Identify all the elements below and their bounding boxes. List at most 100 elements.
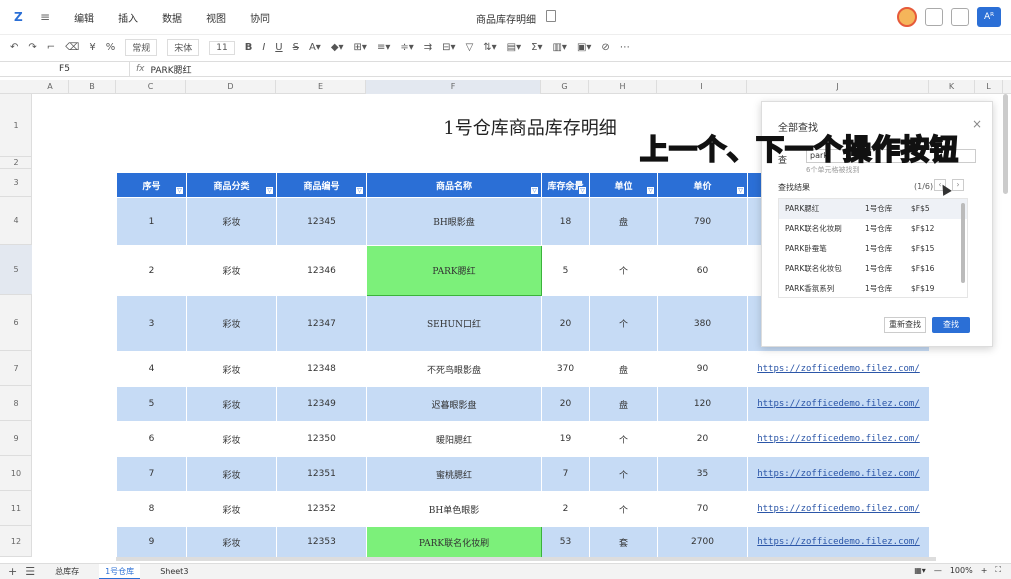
table-cell[interactable]: 20: [657, 421, 748, 457]
redo-icon[interactable]: ↷: [28, 42, 36, 53]
link-icon[interactable]: ⊘: [601, 42, 609, 53]
currency-icon[interactable]: ¥: [89, 42, 95, 53]
table-cell[interactable]: 12349: [276, 386, 367, 422]
hyperlink-cell[interactable]: https://zofficedemo.filez.com/: [747, 526, 930, 558]
share-button[interactable]: Aᴿ: [977, 7, 1001, 27]
table-cell[interactable]: SEHUN口红: [366, 295, 542, 352]
bold-icon[interactable]: B: [245, 42, 253, 53]
table-cell[interactable]: 2: [541, 491, 590, 527]
table-cell[interactable]: 20: [541, 295, 590, 352]
table-cell[interactable]: 12347: [276, 295, 367, 352]
col-head[interactable]: F: [366, 80, 541, 94]
table-cell[interactable]: 12345: [276, 197, 367, 246]
sum-icon[interactable]: Σ▾: [531, 42, 542, 53]
col-head[interactable]: J: [747, 80, 929, 94]
percent-icon[interactable]: %: [106, 42, 116, 53]
filter-icon[interactable]: ▽: [466, 42, 474, 53]
header-cell[interactable]: 商品编号 ▽: [276, 172, 367, 198]
avatar[interactable]: [897, 7, 917, 27]
chart-icon[interactable]: ▥▾: [552, 42, 566, 53]
col-head[interactable]: D: [186, 80, 276, 94]
table-cell[interactable]: 盘: [589, 351, 658, 387]
table-cell[interactable]: 彩妆: [186, 421, 277, 457]
menu-edit[interactable]: 编辑: [74, 10, 94, 25]
table-cell[interactable]: 12350: [276, 421, 367, 457]
table-cell[interactable]: 8: [116, 491, 187, 527]
row-head[interactable]: 8: [0, 386, 32, 421]
table-cell[interactable]: 20: [541, 386, 590, 422]
filter-icon[interactable]: ▽: [736, 186, 745, 195]
table-cell[interactable]: 彩妆: [186, 491, 277, 527]
table-cell[interactable]: 个: [589, 295, 658, 352]
table-cell[interactable]: 蜜桃腮红: [366, 456, 542, 492]
border-icon[interactable]: ⊞▾: [354, 42, 367, 53]
filter-icon[interactable]: ▽: [646, 186, 655, 195]
header-cell[interactable]: 序号 ▽: [116, 172, 187, 198]
merge-icon[interactable]: ⊟▾: [442, 42, 455, 53]
table-cell[interactable]: 6: [116, 421, 187, 457]
filter-icon[interactable]: ▽: [265, 186, 274, 195]
table-cell[interactable]: 12353: [276, 526, 367, 558]
zoom-out-icon[interactable]: —: [934, 566, 942, 575]
image-icon[interactable]: ▣▾: [577, 42, 591, 53]
valign-icon[interactable]: ≑▾: [400, 42, 413, 53]
col-head[interactable]: I: [657, 80, 747, 94]
add-sheet-icon[interactable]: +: [8, 565, 17, 578]
col-head[interactable]: B: [69, 80, 116, 94]
row-head[interactable]: 5: [0, 245, 32, 295]
table-cell[interactable]: 个: [589, 421, 658, 457]
table-cell[interactable]: 1: [116, 197, 187, 246]
filter-icon[interactable]: ▽: [355, 186, 364, 195]
row-head[interactable]: 4: [0, 197, 32, 245]
row-head[interactable]: 6: [0, 295, 32, 351]
font-size-select[interactable]: 11: [209, 40, 235, 55]
header-cell[interactable]: 单价 ▽: [657, 172, 748, 198]
number-format-select[interactable]: 常规: [125, 39, 158, 56]
sheet-tab[interactable]: Sheet3: [154, 564, 194, 579]
table-cell[interactable]: 12346: [276, 245, 367, 296]
table-cell[interactable]: 彩妆: [186, 526, 277, 558]
table-cell[interactable]: 不死鸟眼影盘: [366, 351, 542, 387]
header-cell[interactable]: 商品分类 ▽: [186, 172, 277, 198]
fill-color-icon[interactable]: ◆▾: [331, 42, 344, 53]
zoom-in-icon[interactable]: +: [981, 566, 988, 575]
hyperlink-cell[interactable]: https://zofficedemo.filez.com/: [747, 421, 930, 457]
result-item[interactable]: PARK香氛系列 1号仓库 $F$19: [779, 279, 967, 297]
table-cell[interactable]: 7: [116, 456, 187, 492]
row-head[interactable]: 11: [0, 491, 32, 526]
sheet-tab[interactable]: 总库存: [49, 564, 85, 579]
row-head[interactable]: 10: [0, 456, 32, 491]
table-cell[interactable]: 12348: [276, 351, 367, 387]
table-cell[interactable]: 790: [657, 197, 748, 246]
underline-icon[interactable]: U: [275, 42, 282, 53]
table-cell[interactable]: 53: [541, 526, 590, 558]
next-result-button[interactable]: ›: [952, 179, 964, 191]
table-cell[interactable]: 60: [657, 245, 748, 296]
menu-data[interactable]: 数据: [162, 10, 182, 25]
sort-icon[interactable]: ⇅▾: [483, 42, 496, 53]
table-cell[interactable]: 个: [589, 491, 658, 527]
hyperlink-cell[interactable]: https://zofficedemo.filez.com/: [747, 491, 930, 527]
fullscreen-icon[interactable]: ⛶: [995, 565, 1001, 575]
table-cell[interactable]: 套: [589, 526, 658, 558]
table-cell[interactable]: 70: [657, 491, 748, 527]
header-cell[interactable]: 单位 ▽: [589, 172, 658, 198]
table-cell[interactable]: 90: [657, 351, 748, 387]
sheet-tab-active[interactable]: 1号仓库: [99, 563, 141, 579]
font-name-select[interactable]: 宋体: [167, 39, 200, 56]
table-cell[interactable]: 35: [657, 456, 748, 492]
sheet-list-icon[interactable]: ☰: [25, 565, 35, 578]
table-cell[interactable]: 3: [116, 295, 187, 352]
table-cell[interactable]: 个: [589, 245, 658, 296]
table-cell[interactable]: 彩妆: [186, 386, 277, 422]
formula-input[interactable]: PARK腮红: [151, 63, 192, 76]
format-painter-icon[interactable]: ⌐: [47, 42, 55, 53]
hyperlink-cell[interactable]: https://zofficedemo.filez.com/: [747, 386, 930, 422]
table-cell[interactable]: 彩妆: [186, 295, 277, 352]
clear-icon[interactable]: ⌫: [65, 42, 79, 53]
history-icon[interactable]: [951, 8, 969, 26]
highlighted-cell[interactable]: PARK联名化妆刷: [366, 526, 542, 558]
menu-insert[interactable]: 插入: [118, 10, 138, 25]
table-cell[interactable]: 彩妆: [186, 197, 277, 246]
row-head[interactable]: 7: [0, 351, 32, 386]
